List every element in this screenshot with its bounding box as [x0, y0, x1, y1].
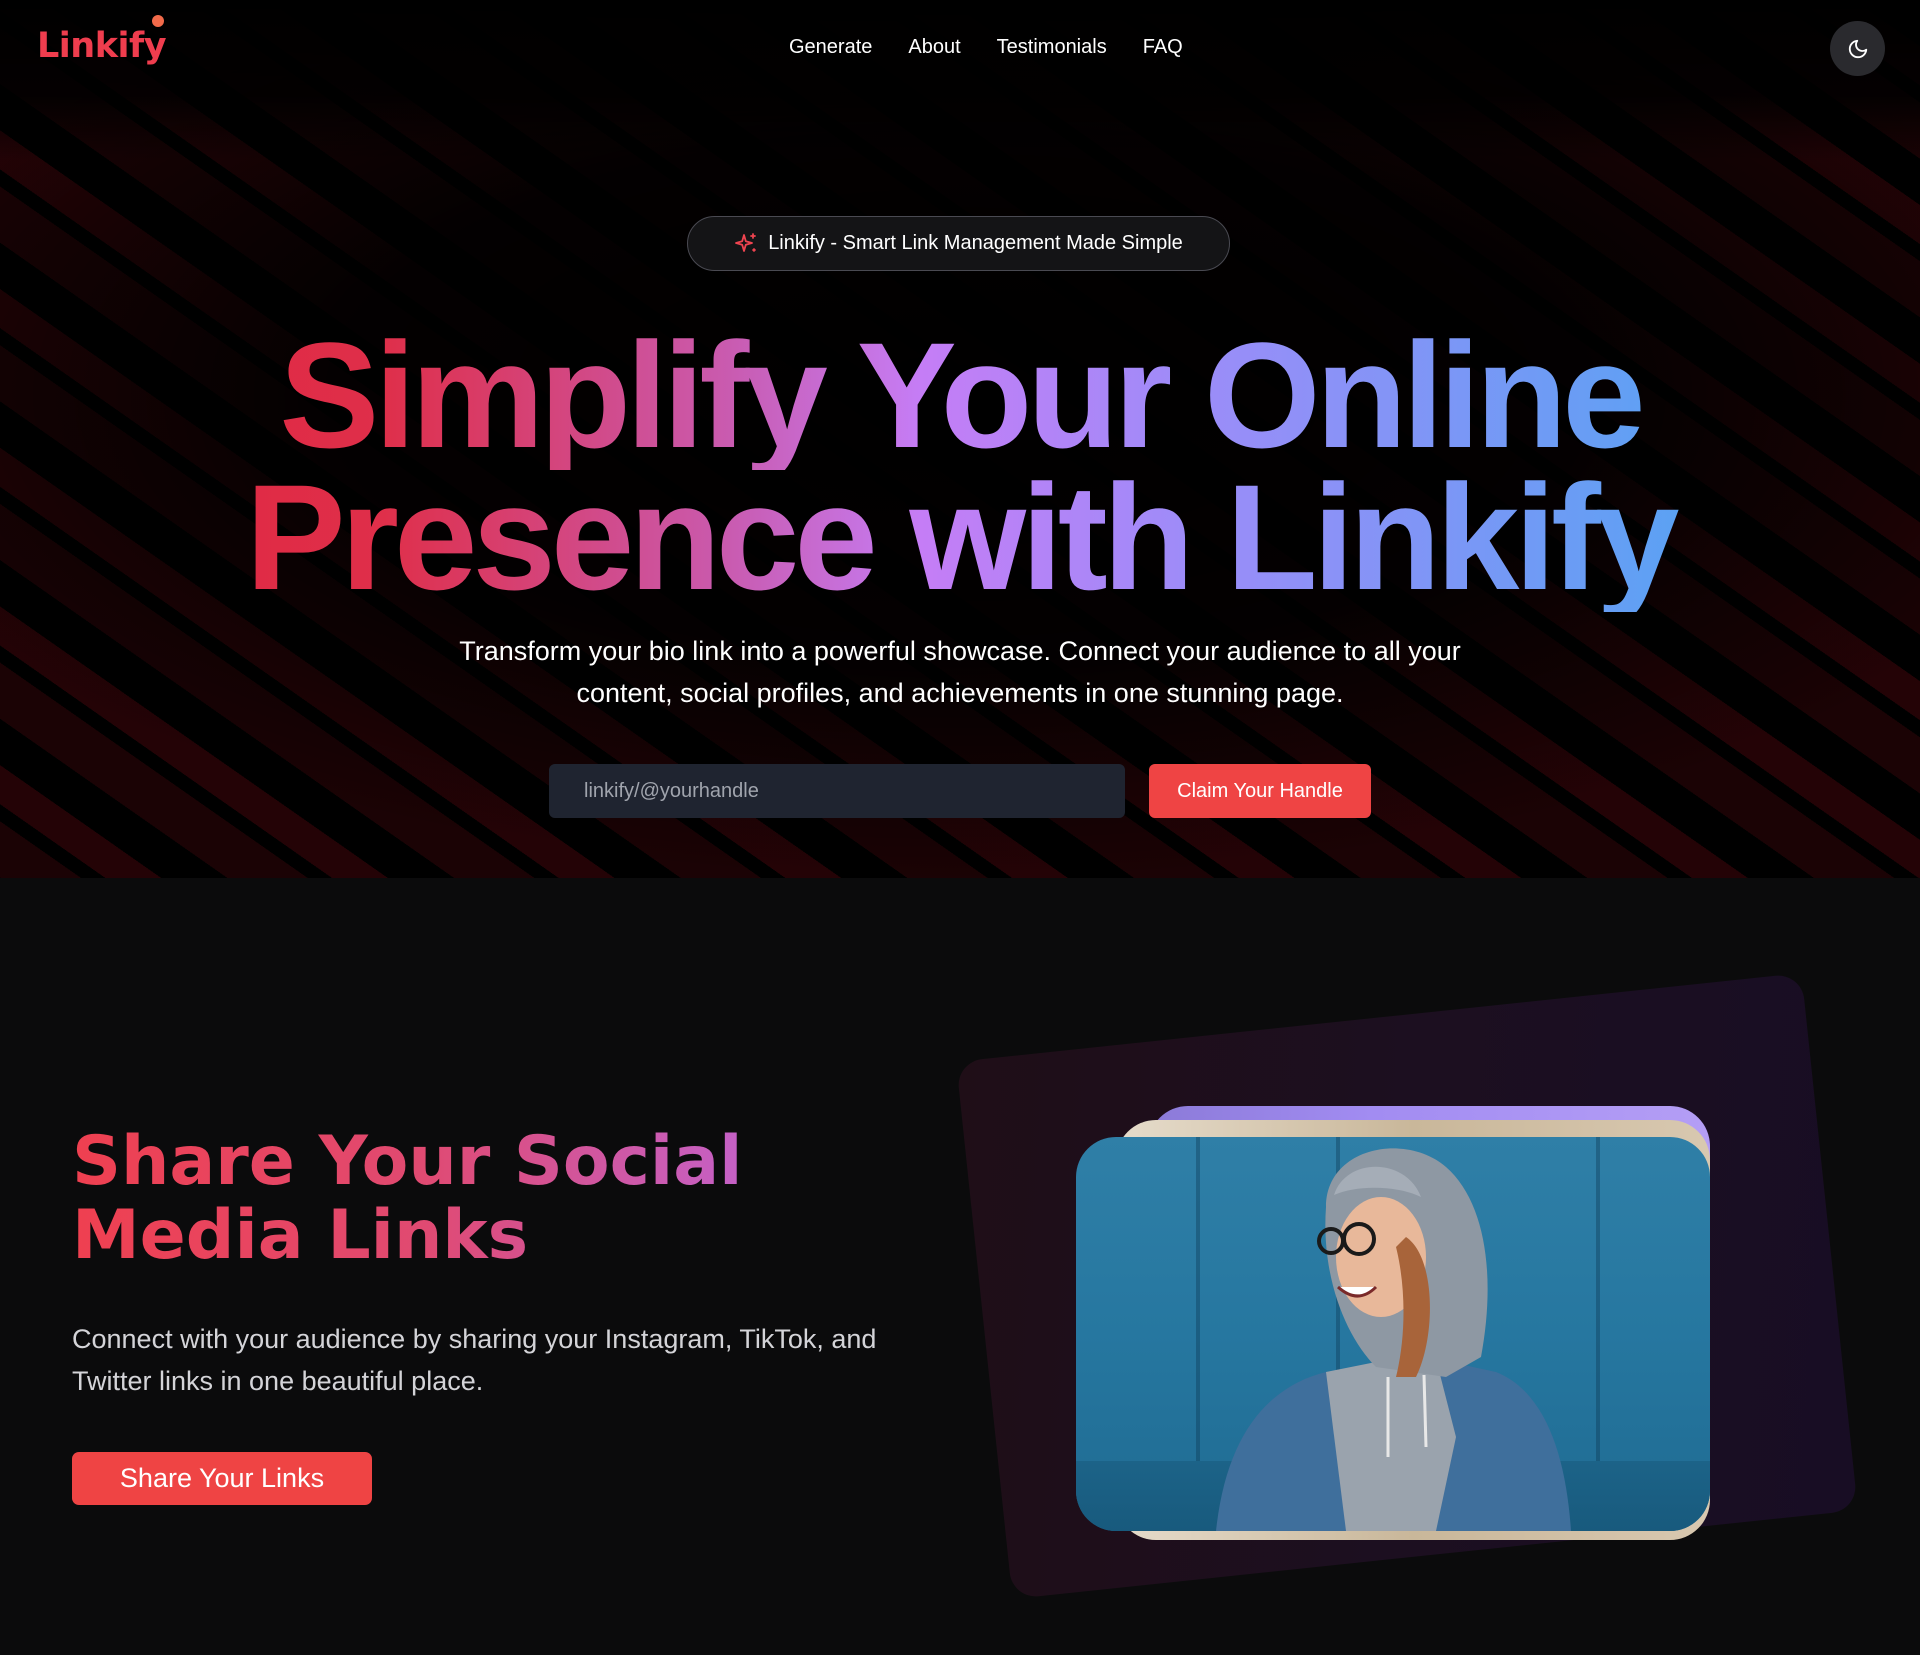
share-section-description: Connect with your audience by sharing yo…	[72, 1318, 912, 1402]
announcement-badge: Linkify - Smart Link Management Made Sim…	[687, 216, 1230, 271]
logo-dot	[152, 15, 164, 27]
nav-link-generate[interactable]: Generate	[789, 36, 872, 59]
sparkle-icon	[735, 232, 757, 252]
navbar: Linkify Generate About Testimonials FAQ	[0, 0, 1920, 95]
hero-headline-line2: Presence with Linkify	[0, 462, 1920, 612]
moon-icon	[1848, 39, 1867, 58]
share-section-title: Share Your Social Media Links	[72, 1125, 952, 1273]
badge-text: Linkify - Smart Link Management Made Sim…	[768, 232, 1183, 254]
hero-subtitle-line2: content, social profiles, and achievemen…	[576, 678, 1344, 708]
share-links-button[interactable]: Share Your Links	[72, 1452, 372, 1505]
hero-subtitle-line1: Transform your bio link into a powerful …	[459, 636, 1461, 666]
hero-headline-line1: Simplify Your Online	[0, 320, 1920, 470]
handle-input[interactable]	[549, 764, 1125, 818]
person-illustration	[1216, 1148, 1571, 1531]
share-description-line1: Connect with your audience by sharing yo…	[72, 1324, 877, 1354]
theme-toggle-button[interactable]	[1830, 21, 1885, 76]
hero-section: Linkify Generate About Testimonials FAQ …	[0, 0, 1920, 878]
logo[interactable]: Linkify	[37, 26, 167, 66]
hero-subtitle: Transform your bio link into a powerful …	[410, 630, 1510, 714]
profile-photo	[1076, 1137, 1710, 1531]
share-description-line2: Twitter links in one beautiful place.	[72, 1366, 484, 1396]
nav-link-about[interactable]: About	[908, 36, 960, 59]
claim-handle-button[interactable]: Claim Your Handle	[1149, 764, 1371, 818]
nav-link-testimonials[interactable]: Testimonials	[997, 36, 1107, 59]
nav-link-faq[interactable]: FAQ	[1143, 36, 1183, 59]
nav-links: Generate About Testimonials FAQ	[789, 36, 1183, 59]
